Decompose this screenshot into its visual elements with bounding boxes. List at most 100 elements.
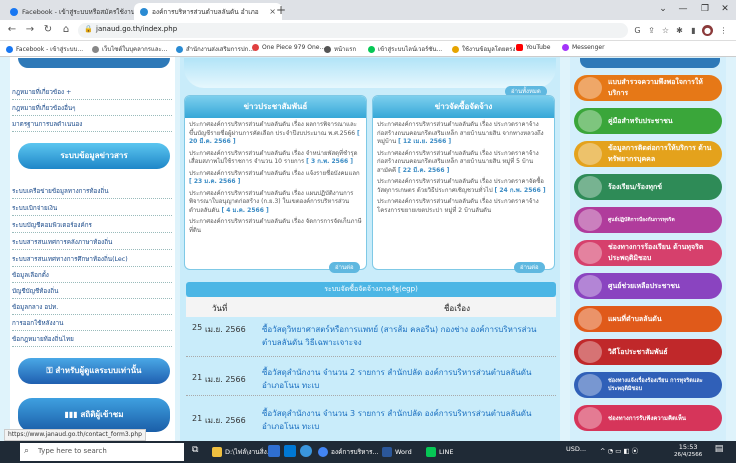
chevron-down-icon[interactable]: ⌄ [656,2,670,16]
help-center-button[interactable]: ศูนย์ช่วยเหลือประชาชน [574,273,722,299]
edge-icon[interactable] [300,445,312,457]
sidebar-link[interactable]: ระบบสารสนเทศทางการศึกษาท้องถิ่น(Lec) [12,254,172,267]
row-date: เม.ย. 2566 [205,375,246,384]
book-icon [578,110,602,132]
row-title-link[interactable]: ซื้อวัสดุสำนักงาน จำนวน 2 รายการ สำนักปล… [262,366,556,392]
sidebar-link[interactable]: ข้อมูลเลือกตั้ง [12,270,172,283]
row-title-link[interactable]: ซื้อวัสดุวิทยาศาสตร์หรือการแพทย์ (สารส้ม… [262,323,556,349]
admin-login-banner[interactable]: ⚿ สำหรับผู้ดูแลระบบเท่านั้น [18,358,170,384]
new-tab-button[interactable]: + [274,3,288,17]
bookmark-item[interactable]: เว็บไซต์ในบุคลากรและ... [92,44,167,54]
menu-icon[interactable]: ⋮ [718,25,729,36]
bookmark-item[interactable]: Facebook - เข้าสู่ระบบ... [6,44,83,54]
right-top-banner [580,58,720,68]
forward-icon[interactable]: → [24,24,36,36]
sidebar-link[interactable]: กฎหมายที่เกี่ยวข้อง + [12,87,172,100]
maximize-icon[interactable]: ❐ [698,2,712,16]
video-button[interactable]: วิดีโอประชาสัมพันธ์ [574,339,722,365]
sidebar-link[interactable]: ข้อมูลกลาง อปท. [12,302,172,315]
corruption-complaint-button[interactable]: ช่องทางการร้องเรียน ด้านทุจริตประพฤติมิช… [574,240,722,266]
sidebar-link[interactable]: ระบบบัญชีคอมพิวเตอร์องค์กร [12,220,172,233]
messenger-icon [562,44,569,51]
notification-icon[interactable]: ▤ [712,444,726,458]
bookmark-icon [252,44,259,51]
browser-tab-active[interactable]: องค์การบริหารส่วนตำบลลันดัน อำเภอ × [134,3,282,20]
star-icon[interactable]: ☆ [660,25,671,36]
bookmark-item[interactable]: ใช้งานข้อมูลโดยตรง [452,44,515,54]
news-item[interactable]: ประกาศองค์การบริหารส่วนตำบลลันดัน เรื่อง… [189,190,362,216]
visitor-stats-banner: ▮▮▮ สถิติผู้เข้าชม [18,398,170,432]
feedback-icon [578,407,602,429]
facebook-icon [10,7,18,16]
taskbar-app[interactable]: D:\ไฟล์\งานสิ่ง... [212,444,273,460]
news-item[interactable]: ประกาศองค์การบริหารส่วนตำบลลันดัน เรื่อง… [189,150,362,167]
news-item[interactable]: ประกาศองค์การบริหารส่วนตำบลลันดัน เรื่อง… [189,170,362,187]
sidebar-icon[interactable]: ▮ [688,25,699,36]
read-more-button[interactable]: อ่านต่อ [329,262,360,273]
column-header-title: ชื่อเรื่อง [444,304,470,313]
profile-avatar[interactable]: ● [702,25,713,36]
news-item[interactable]: ประกาศองค์การบริหารส่วนตำบลลันดัน เรื่อง… [189,218,362,235]
procurement-news-panel: ข่าวจัดซื้อจัดจ้าง ประกาศองค์การบริหารส่… [372,95,555,270]
news-item[interactable]: ประกาศองค์การบริหารส่วนตำบลลันดัน เรื่อง… [377,121,550,147]
row-title-link[interactable]: ซื้อวัสดุสำนักงาน จำนวน 3 รายการ สำนักปล… [262,407,556,433]
news-item[interactable]: ประกาศองค์การบริหารส่วนตำบลลันดัน เรื่อง… [377,178,550,195]
tab-title: องค์การบริหารส่วนตำบลลันดัน อำเภอ [152,7,259,16]
back-icon[interactable]: ← [6,24,18,36]
satisfaction-survey-button[interactable]: แบบสำรวจความพึงพอใจการให้บริการ [574,75,722,101]
taskbar-app[interactable]: องค์การบริหาร... [318,444,379,460]
complaint-button[interactable]: ร้องเรียน/ร้องทุกข์ [574,174,722,200]
sidebar-link[interactable]: บัญชีบัญชีท้องถิ่น [12,286,172,299]
sidebar-link[interactable]: ระบบสารสนเทศการคลังภาษาท้องถิ่น [12,237,172,250]
sidebar-link[interactable]: ระบบเบิกจ่ายเงิน [12,203,172,216]
bookmark-item[interactable]: Messenger [562,44,605,51]
mail-icon[interactable] [268,445,280,457]
url-text[interactable]: janaud.go.th/index.php [96,25,177,33]
row-date: เม.ย. 2566 [205,416,246,425]
store-icon[interactable] [284,445,296,457]
phone-icon [578,242,602,264]
taskbar-clock[interactable]: 15:53 26/4/2566 [674,443,702,459]
survey-icon [578,77,602,99]
minimize-icon[interactable]: — [676,2,690,16]
taskbar-app[interactable]: LINE [426,444,454,460]
bookmark-item[interactable]: One Piece 979 One... [252,44,325,51]
map-button[interactable]: แผนที่ตำบลลันดัน [574,306,722,332]
citizen-manual-button[interactable]: คู่มือสำหรับประชาชน [574,108,722,134]
news-item[interactable]: ประกาศองค์การบริหารส่วนตำบลลันดัน เรื่อง… [377,198,550,215]
task-view-icon[interactable]: ⧉ [192,445,198,455]
sidebar-link[interactable]: กฎหมายที่เกี่ยวข้องอื่นๆ [12,103,172,116]
sidebar-link[interactable]: ระบบเครือข่ายข้อมูลทางการท้องถิ่น [12,186,172,199]
windows-start-icon[interactable] [4,446,16,458]
sidebar-link[interactable]: ข้อกฎหมายท้องถิ่นไทย [12,334,172,347]
system-tray-icons[interactable]: ^ ◔ ▭ ◧ ⦿ [600,445,638,455]
extension-icon[interactable]: ✱ [674,25,685,36]
center-top-banner [184,58,556,88]
clock-time: 15:53 [678,443,698,451]
feedback-button[interactable]: ช่องทางการรับฟังความคิดเห็น [574,405,722,431]
news-item[interactable]: ประกาศองค์การบริหารส่วนตำบลลันดัน เรื่อง… [377,150,550,176]
browser-tab[interactable]: Facebook - เข้าสู่ระบบหรือสมัครใช้งาน × [4,3,144,20]
home-icon[interactable]: ⌂ [60,24,72,36]
reload-icon[interactable]: ↻ [42,24,54,36]
pr-news-panel: ข่าวประชาสัมพันธ์ ประกาศองค์การบริหารส่ว… [184,95,367,270]
report-corruption-button[interactable]: ช่องทางแจ้งเรื่องร้องเรียน การทุจริตและป… [574,372,722,398]
anti-corruption-center-button[interactable]: ศูนย์ปฏิบัติการป้องกันการทุจริต [574,207,722,233]
hr-contact-button[interactable]: ข้อมูลการติดต่อการให้บริการ ด้านทรัพยากร… [574,141,722,167]
sidebar-link[interactable]: การออกใช้หลังงาน [12,318,172,331]
bookmark-item[interactable]: YouTube [516,44,550,51]
share-icon[interactable]: ⇪ [646,25,657,36]
bookmark-item[interactable]: เข้าสู่ระบบไลน์เวอร์ชัน... [368,44,442,54]
read-more-button[interactable]: อ่านต่อ [514,262,545,273]
close-window-icon[interactable]: ✕ [718,2,732,16]
row-day: 25 [192,323,203,332]
bookmark-item[interactable]: หน้าแรก [324,44,356,54]
news-item[interactable]: ประกาศองค์การบริหารส่วนตำบลลันดัน เรื่อง… [189,121,362,147]
bookmark-icon [6,45,13,53]
tray-currency[interactable]: USD... [566,445,586,453]
sidebar-link[interactable]: มาตรฐานการบลดำเนนอง [12,119,172,132]
bookmark-item[interactable]: สำนักงานส่งเสริมการปก... [176,44,254,54]
info-system-banner[interactable]: ระบบข้อมูลข่าวสาร [18,143,170,169]
taskbar-app[interactable]: Word [382,444,412,460]
google-icon[interactable]: G [632,25,643,36]
